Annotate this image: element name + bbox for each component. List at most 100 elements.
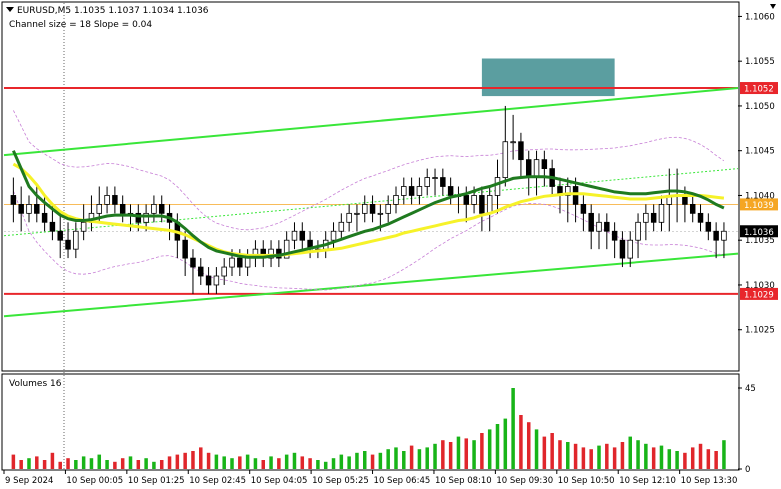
price-tick-label: 1.1050 [745, 102, 775, 112]
volume-panel [1, 373, 740, 471]
candle-body [112, 195, 118, 205]
candle-body [494, 177, 501, 196]
candle-body [588, 212, 594, 232]
time-tick-label: 10 Sep 06:45 [374, 476, 431, 486]
candle-body [416, 186, 423, 196]
candle-body [221, 266, 227, 277]
candle-body [346, 212, 352, 223]
candle-body [73, 230, 79, 250]
price-marker-label: 1.1029 [744, 290, 774, 300]
candle-body [65, 239, 71, 250]
candle-body [432, 177, 438, 179]
candle-body [158, 204, 165, 214]
price-tick-label: 1.1025 [745, 326, 775, 336]
candle-body [362, 204, 368, 214]
volume-tick-label: 0 [745, 465, 750, 475]
candle-body [198, 266, 204, 277]
price-marker-label: 1.1036 [744, 228, 774, 238]
candle-body [408, 186, 415, 196]
target-zone-box [481, 58, 615, 97]
candle-body [338, 221, 345, 232]
channel-info: Channel size = 18 Slope = 0.04 [9, 20, 152, 30]
candle-body [299, 230, 306, 241]
candle-body [713, 230, 719, 241]
candle-body [705, 221, 712, 232]
time-tick-label: 10 Sep 00:05 [66, 476, 123, 486]
volume-axis: 45 0 [738, 384, 756, 475]
candle-body [510, 141, 516, 144]
candle-body [330, 230, 337, 241]
candle-body [401, 186, 407, 196]
candle-body [377, 212, 384, 215]
time-tick-label: 10 Sep 01:25 [128, 476, 185, 486]
price-marker-label: 1.1039 [744, 201, 774, 211]
time-axis: 9 Sep 2024 10 Sep 00:05 10 Sep 01:25 10 Sep… [3, 470, 738, 486]
candle-body [369, 204, 376, 214]
candle-body [18, 204, 24, 214]
candle-body [447, 186, 454, 196]
price-tick-label: 1.1045 [745, 147, 775, 157]
time-tick-label: 10 Sep 02:45 [189, 476, 246, 486]
candle-body [658, 204, 665, 223]
candle-body [440, 177, 446, 187]
candle-body [119, 204, 126, 214]
candle-body [643, 212, 649, 223]
time-tick-label: 10 Sep 04:05 [251, 476, 308, 486]
candle-body [541, 159, 548, 169]
candle-body [104, 195, 110, 205]
candle-body [525, 159, 532, 178]
candle-body [479, 195, 485, 214]
eurusd-chart[interactable]: 1.10601.10551.10501.10451.10401.10351.10… [0, 0, 781, 489]
time-tick-label: 9 Sep 2024 [5, 476, 53, 486]
candle-body [10, 195, 17, 205]
candle-body [627, 239, 633, 259]
candle-body [689, 204, 696, 214]
candle-body [34, 204, 40, 214]
candle-body [354, 212, 360, 215]
time-tick-label: 10 Sep 13:30 [681, 476, 738, 486]
candle-body [502, 141, 509, 178]
candle-body [471, 195, 477, 205]
symbol-info: EURUSD,M5 1.1035 1.1037 1.1034 1.1036 [17, 6, 209, 16]
scroll-arrow-icon[interactable] [770, 4, 776, 9]
candle-body [650, 212, 657, 223]
candle-body [151, 204, 157, 214]
candle-body [604, 221, 610, 232]
price-panel [1, 1, 740, 372]
candle-body [580, 204, 587, 214]
candle-body [49, 221, 56, 232]
volume-tick-label: 45 [745, 384, 756, 394]
candle-body [463, 195, 470, 205]
candle-body [697, 212, 704, 223]
candle-body [596, 221, 602, 232]
candle-body [611, 230, 618, 241]
time-tick-label: 10 Sep 12:10 [619, 476, 676, 486]
candle-body [229, 257, 235, 268]
time-tick-label: 10 Sep 09:30 [496, 476, 553, 486]
candle-body [721, 230, 727, 241]
candle-body [291, 230, 298, 241]
candle-body [213, 275, 220, 286]
candle-body [572, 186, 579, 205]
time-tick-label: 10 Sep 10:50 [558, 476, 615, 486]
candle-body [385, 204, 391, 214]
candle-body [486, 195, 493, 214]
candle-body [533, 159, 540, 178]
candle-body [424, 177, 430, 187]
candle-body [26, 204, 32, 214]
price-tick-label: 1.1055 [745, 57, 775, 67]
candle-body [80, 221, 87, 232]
price-marker-label: 1.1052 [744, 85, 774, 95]
time-tick-label: 10 Sep 08:10 [435, 476, 492, 486]
candle-body [635, 221, 641, 241]
candle-body [96, 204, 103, 214]
price-tick-label: 1.1060 [745, 12, 775, 22]
volume-label: Volumes 16 [9, 379, 62, 389]
time-tick-label: 10 Sep 05:25 [312, 476, 369, 486]
candle-body [205, 275, 212, 286]
candle-body [57, 230, 63, 241]
candle-body [518, 141, 524, 161]
candle-body [237, 257, 243, 268]
target-zone [481, 58, 615, 97]
candle-body [393, 195, 399, 205]
